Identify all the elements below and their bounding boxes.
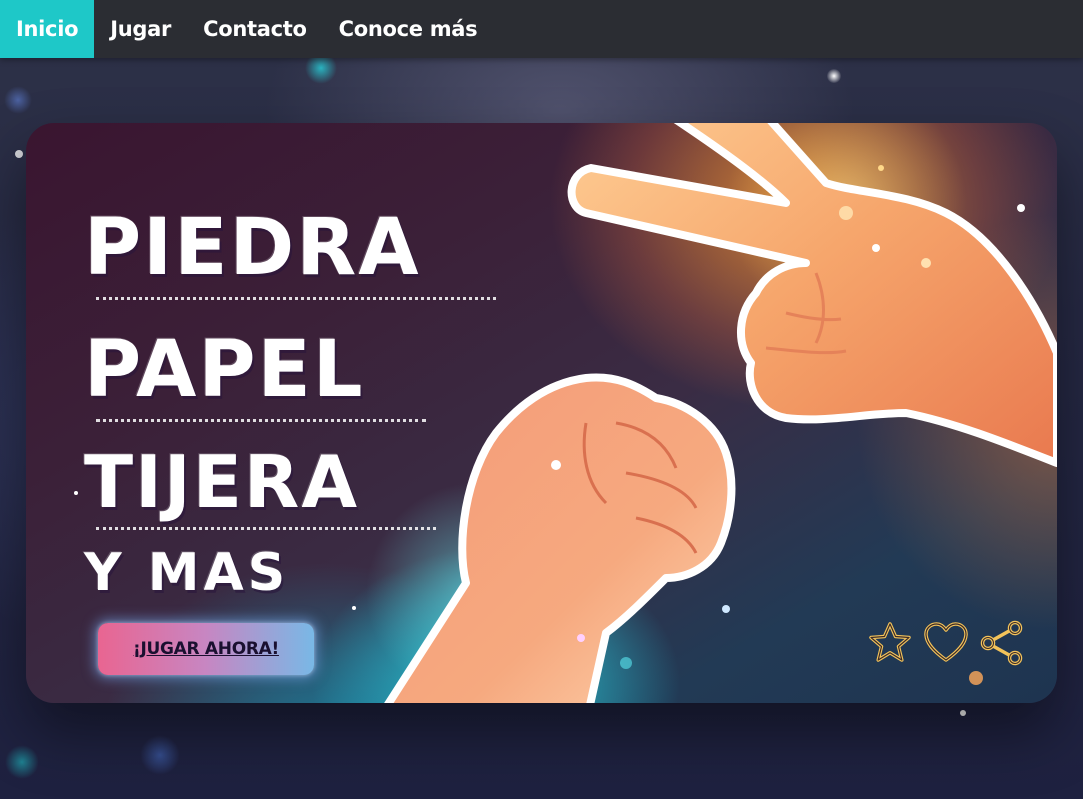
nav-item-conoce-mas[interactable]: Conoce más — [323, 0, 494, 58]
bokeh-light — [827, 69, 841, 83]
favorite-star-button[interactable] — [866, 619, 914, 667]
title-line-tijera: TIJERA — [84, 440, 360, 524]
title-underline — [96, 291, 496, 300]
share-button[interactable] — [978, 619, 1026, 667]
play-now-button[interactable]: ¡JUGAR AHORA! — [98, 623, 314, 675]
nav-item-jugar[interactable]: Jugar — [94, 0, 187, 58]
bokeh-light — [15, 150, 23, 158]
play-now-label: ¡JUGAR AHORA! — [133, 639, 279, 659]
title-underline — [96, 521, 436, 530]
bokeh-light — [4, 86, 32, 114]
bokeh-light — [960, 710, 966, 716]
bokeh-light — [5, 745, 39, 779]
like-heart-button[interactable] — [922, 619, 970, 667]
title-line-piedra: PIEDRA — [84, 203, 421, 293]
top-nav: Inicio Jugar Contacto Conoce más — [0, 0, 1083, 58]
hero-banner: PIEDRA PAPEL TIJERA Y MAS ¡JUGAR AHORA! — [26, 123, 1057, 703]
title-underline — [96, 413, 426, 422]
nav-item-inicio[interactable]: Inicio — [0, 0, 95, 58]
bokeh-light — [140, 735, 180, 775]
nav-item-contacto[interactable]: Contacto — [187, 0, 323, 58]
star-icon — [869, 622, 911, 662]
title-line-y-mas: Y MAS — [84, 543, 290, 603]
title-line-papel: PAPEL — [84, 325, 365, 415]
share-icon — [980, 620, 1023, 666]
heart-icon — [924, 622, 968, 662]
